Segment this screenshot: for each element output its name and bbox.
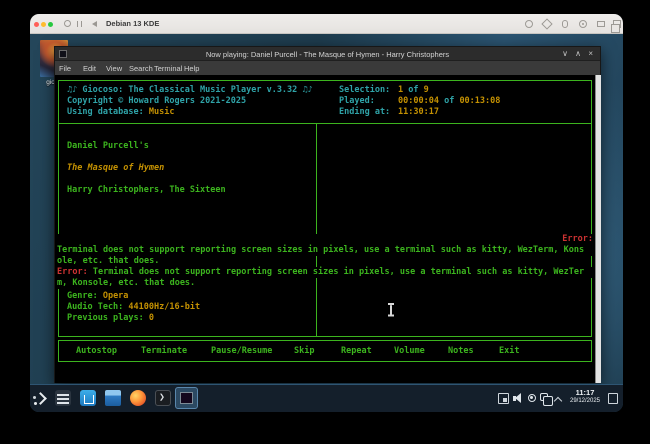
error-label-1: Error: [57,234,593,245]
menu-volume[interactable]: Volume [394,346,425,357]
display-settings-tray-icon[interactable] [498,393,509,404]
clipboard-tray-icon[interactable] [540,393,548,401]
show-desktop-button[interactable] [608,393,618,404]
active-terminal-task-button[interactable] [175,387,198,409]
selection-label: Selection: [339,85,390,96]
menu-autostop[interactable]: Autostop [76,346,117,357]
network-icon[interactable] [579,20,587,28]
giocoso-main-box [58,80,592,337]
discover-icon[interactable] [80,390,96,406]
taskbar-clock[interactable]: 11:17 29/12/2025 [567,388,603,405]
menu-exit[interactable]: Exit [499,346,519,357]
app-title-line: ♫♪ Giocoso: The Classical Music Player v… [67,85,313,96]
dolphin-file-manager-icon[interactable] [105,390,121,406]
terminal-content[interactable]: ♫♪ Giocoso: The Classical Music Player v… [55,75,600,383]
played-value: 00:00:04 of 00:13:08 [398,96,500,107]
volume-tray-icon[interactable] [513,393,524,404]
camera-icon[interactable] [597,21,605,27]
previous-plays-value: 0 [149,313,154,323]
performers: Harry Christophers, The Sixteen [67,185,226,196]
host-vm-window: Debian 13 KDE gioco Now playing: Daniel … [30,14,623,412]
windows-icon[interactable] [613,20,621,28]
error-1-line-2: ole, etc. that does. [57,256,159,267]
minimize-button[interactable]: ∨ [562,49,568,58]
minimize-traffic-light[interactable] [41,22,46,27]
maximize-button[interactable]: ∧ [575,49,581,58]
menu-file[interactable]: File [59,64,71,73]
menu-notes[interactable]: Notes [448,346,474,357]
application-launcher-icon[interactable] [33,390,49,406]
menu-search[interactable]: Search [129,64,153,73]
selection-value: 1 of 9 [398,85,429,96]
host-titlebar: Debian 13 KDE [30,14,623,34]
clock-time: 11:17 [567,388,603,397]
firefox-icon[interactable] [130,390,146,406]
header-divider [58,123,592,124]
terminal-menubar: File Edit View Search Terminal Help [55,61,600,75]
database-name: Music [149,107,175,117]
column-divider [316,123,317,337]
menu-repeat[interactable]: Repeat [341,346,372,357]
settings-sliders-icon[interactable] [55,390,71,406]
pause-icon[interactable] [77,21,82,27]
usb-icon[interactable] [562,20,568,28]
brightness-tray-icon[interactable] [528,394,536,402]
terminal-window-title: Now playing: Daniel Purcell - The Masque… [55,50,600,59]
close-traffic-light[interactable] [34,22,39,27]
error-1-line-1: Terminal does not support reporting scre… [57,245,593,256]
close-button[interactable]: × [588,49,593,58]
menu-terminate[interactable]: Terminate [141,346,187,357]
audio-tech-line: Audio Tech: 44100Hz/16-bit [67,302,200,313]
genre-line: Genre: Opera [67,291,128,302]
menu-terminal[interactable]: Terminal [154,64,182,73]
menu-edit[interactable]: Edit [83,64,96,73]
konsole-icon[interactable] [155,390,171,406]
ending-label: Ending at: [339,107,390,118]
expand-tray-chevron-icon[interactable] [555,396,562,403]
terminal-window: Now playing: Daniel Purcell - The Masque… [54,46,601,383]
hide-toolbar-icon[interactable] [92,21,97,27]
error-2-line-1: Error: Terminal does not support reporti… [57,267,593,278]
menu-pause-resume[interactable]: Pause/Resume [211,346,272,357]
composer: Daniel Purcell's [67,141,149,152]
previous-plays-line: Previous plays: 0 [67,313,154,324]
kde-desktop: gioco Now playing: Daniel Purcell - The … [30,34,623,412]
terminal-scrollbar[interactable] [595,75,601,383]
zoom-traffic-light[interactable] [48,22,53,27]
kde-taskbar: 11:17 29/12/2025 [30,384,623,412]
screen: Debian 13 KDE gioco Now playing: Daniel … [0,0,650,444]
genre-value: Opera [103,291,129,301]
work-title: The Masque of Hymen [67,163,164,174]
menu-view[interactable]: View [106,64,122,73]
host-window-title: Debian 13 KDE [106,19,159,28]
database-line: Using database: Music [67,107,174,118]
capture-cursor-icon[interactable] [541,18,552,29]
display-scale-icon[interactable] [525,20,533,28]
terminal-titlebar[interactable]: Now playing: Daniel Purcell - The Masque… [55,47,600,61]
clock-date: 29/12/2025 [567,397,603,405]
terminal-task-icon [180,392,193,404]
menu-help[interactable]: Help [184,64,199,73]
played-label: Played: [339,96,375,107]
audio-tech-value: 44100Hz/16-bit [128,302,200,312]
copyright-line: Copyright © Howard Rogers 2021-2025 [67,96,246,107]
ending-value: 11:30:17 [398,107,439,118]
text-cursor-pointer [387,303,394,316]
error-2-line-2: m, Konsole, etc. that does. [57,278,195,289]
power-icon[interactable] [64,20,71,27]
menu-skip[interactable]: Skip [294,346,314,357]
